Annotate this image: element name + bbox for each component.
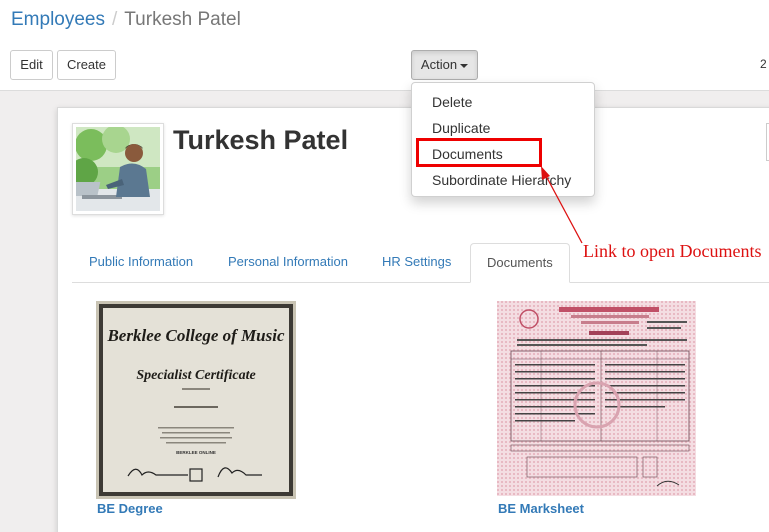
annotation-label: Link to open Documents: [583, 241, 762, 261]
annotation-arrow-icon: [541, 166, 583, 244]
